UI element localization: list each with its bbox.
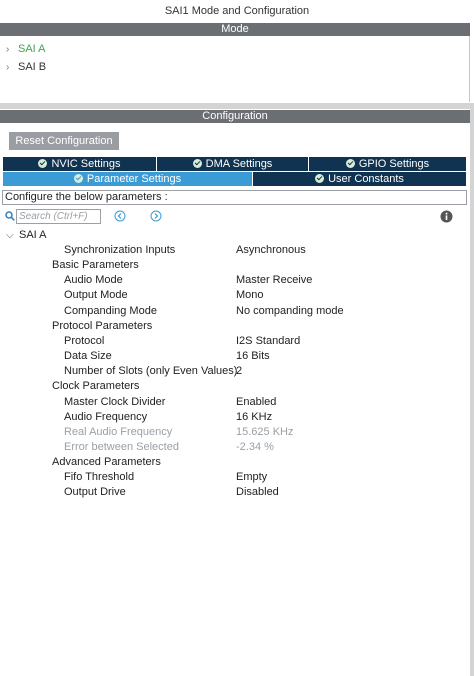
parameter-row: Real Audio Frequency 15.625 KHz	[0, 425, 466, 440]
tab-label: DMA Settings	[205, 158, 273, 170]
parameter-label: Protocol	[64, 335, 105, 347]
parameter-label: Error between Selected	[64, 441, 179, 453]
window-title: SAI1 Mode and Configuration	[164, 5, 310, 17]
check-circle-icon	[315, 174, 325, 183]
info-icon[interactable]	[440, 210, 453, 223]
parameter-label: Synchronization Inputs	[64, 244, 176, 256]
tab-parameter-settings[interactable]: Parameter Settings	[3, 172, 253, 186]
parameter-group-label: Advanced Parameters	[52, 456, 161, 468]
parameter-value[interactable]: Master Receive	[236, 273, 312, 288]
chevron-right-icon: ›	[6, 62, 10, 73]
parameter-value: -2.34 %	[236, 441, 274, 453]
tab-gpio-settings[interactable]: GPIO Settings	[309, 157, 466, 171]
parameter-row[interactable]: Fifo Threshold Empty	[0, 470, 466, 485]
tab-dma-settings[interactable]: DMA Settings	[157, 157, 309, 171]
parameter-value[interactable]: Enabled	[236, 395, 276, 410]
check-circle-icon	[345, 159, 355, 168]
check-circle-icon	[73, 174, 83, 183]
parameter-row[interactable]: Synchronization Inputs Asynchronous	[0, 243, 466, 258]
parameter-label: Data Size	[64, 350, 112, 362]
parameter-value[interactable]: 2	[236, 364, 242, 379]
parameter-label: Companding Mode	[64, 305, 157, 317]
parameter-value[interactable]: Mono	[236, 288, 264, 303]
mode-item-sai-b[interactable]: › SAI B	[6, 59, 46, 75]
parameter-value[interactable]: Asynchronous	[236, 243, 306, 258]
parameter-label: Output Mode	[64, 289, 128, 301]
tab-label: NVIC Settings	[51, 158, 121, 170]
mode-item-sai-a[interactable]: › SAI A	[6, 41, 46, 57]
parameter-row[interactable]: Data Size 16 Bits	[0, 349, 466, 364]
parameter-value[interactable]: 16 Bits	[236, 349, 270, 364]
parameter-row[interactable]: Companding Mode No companding mode	[0, 304, 466, 319]
tab-label: Parameter Settings	[86, 173, 182, 185]
parameter-row[interactable]: Master Clock Divider Enabled	[0, 395, 466, 410]
parameter-group-label: Protocol Parameters	[52, 320, 153, 332]
chevron-right-icon: ›	[6, 44, 10, 55]
parameter-label: Number of Slots (only Even Values)	[64, 365, 238, 377]
mode-item-label: SAI B	[18, 61, 47, 73]
configure-instructions: Configure the below parameters :	[2, 190, 467, 205]
parameter-group-label: Clock Parameters	[52, 380, 140, 392]
panel-splitter[interactable]	[0, 103, 474, 109]
tab-label: User Constants	[328, 173, 404, 185]
search-icon	[5, 211, 15, 221]
parameter-value[interactable]: No companding mode	[236, 304, 344, 319]
parameter-group-row: Clock Parameters	[0, 379, 466, 394]
mode-section-header: Mode	[0, 23, 470, 36]
check-circle-icon	[192, 159, 202, 168]
chevron-down-icon: ⌵	[6, 230, 14, 241]
chevron-right-circle-icon[interactable]	[150, 210, 162, 222]
parameter-value[interactable]: 16 KHz	[236, 410, 272, 425]
parameter-label: Output Drive	[64, 486, 126, 498]
tab-nvic-settings[interactable]: NVIC Settings	[3, 157, 157, 171]
parameter-group-row: Basic Parameters	[0, 258, 466, 273]
chevron-left-circle-icon[interactable]	[114, 210, 126, 222]
parameter-label: Audio Mode	[64, 274, 123, 286]
parameter-value[interactable]: Disabled	[236, 485, 279, 500]
reset-configuration-button[interactable]: Reset Configuration	[9, 132, 119, 150]
parameter-group-row: Advanced Parameters	[0, 455, 466, 470]
search-input[interactable]	[16, 209, 101, 224]
parameter-row[interactable]: Output Mode Mono	[0, 288, 466, 303]
parameter-label: Fifo Threshold	[64, 471, 135, 483]
configuration-section-header: Configuration	[0, 110, 470, 123]
parameter-row[interactable]: Output Drive Disabled	[0, 485, 466, 500]
parameter-label: Audio Frequency	[64, 411, 148, 423]
parameter-row[interactable]: Audio Mode Master Receive	[0, 273, 466, 288]
parameter-row: Error between Selected -2.34 %	[0, 440, 466, 455]
parameter-row[interactable]: Number of Slots (only Even Values) 2	[0, 364, 466, 379]
check-circle-icon	[38, 159, 48, 168]
parameter-value[interactable]: Empty	[236, 470, 267, 485]
mode-panel: › SAI A › SAI B	[0, 36, 470, 102]
parameter-row[interactable]: Protocol I2S Standard	[0, 334, 466, 349]
tab-user-constants[interactable]: User Constants	[253, 172, 466, 186]
parameter-group-row: Protocol Parameters	[0, 319, 466, 334]
parameter-value[interactable]: I2S Standard	[236, 334, 300, 349]
tab-label: GPIO Settings	[358, 158, 430, 170]
parameter-group-label: Basic Parameters	[52, 259, 139, 271]
parameter-row[interactable]: Audio Frequency 16 KHz	[0, 410, 466, 425]
panel-edge	[470, 109, 474, 676]
tree-node-sai-a[interactable]: ⌵ SAI A	[6, 228, 47, 242]
mode-item-label: SAI A	[18, 43, 46, 55]
tree-node-label: SAI A	[19, 229, 47, 241]
parameter-label: Real Audio Frequency	[64, 426, 173, 438]
parameter-label: Master Clock Divider	[64, 396, 166, 408]
parameter-value: 15.625 KHz	[236, 426, 294, 438]
